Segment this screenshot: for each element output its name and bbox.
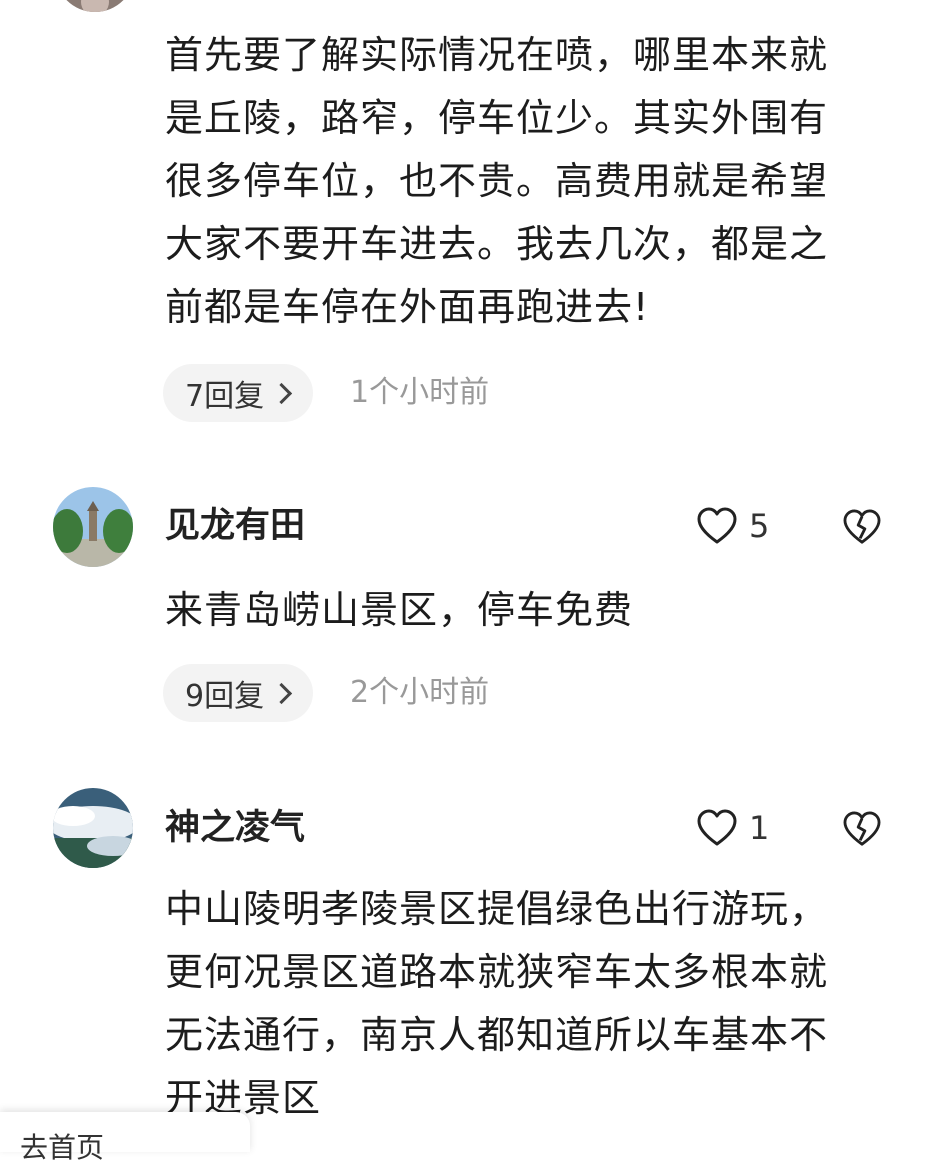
avatar[interactable] xyxy=(53,788,133,868)
view-replies-button[interactable]: 9回复 xyxy=(163,664,314,722)
broken-heart-icon xyxy=(843,509,881,544)
chevron-right-icon xyxy=(270,682,293,704)
comment-line: 更何况景区道路本就狭窄车太多根本就 xyxy=(165,950,829,994)
comment-text: 中山陵明孝陵景区提倡绿色出行游玩， 更何况景区道路本就狭窄车太多根本就 无法通行… xyxy=(165,878,890,1130)
comment-line: 前都是车停在外面再跑进去! xyxy=(165,285,650,329)
comment-time: 2个小时前 xyxy=(350,675,490,710)
like-button[interactable]: 5 xyxy=(697,507,769,545)
like-button[interactable]: 1 xyxy=(697,809,769,847)
comment-line: 很多停车位，也不贵。高费用就是希望 xyxy=(165,159,829,203)
username[interactable]: 神之凌气 xyxy=(165,806,305,850)
chevron-right-icon xyxy=(270,382,293,404)
username[interactable]: 见龙有田 xyxy=(165,504,305,548)
avatar[interactable] xyxy=(53,487,133,567)
view-replies-button[interactable]: 7回复 xyxy=(163,364,314,422)
bottom-bar-label: 去首页 xyxy=(20,1131,105,1164)
bottom-home-bar[interactable]: 去首页 xyxy=(0,1112,250,1164)
comment-line: 无法通行，南京人都知道所以车基本不 xyxy=(165,1013,829,1057)
dislike-button[interactable] xyxy=(843,811,881,847)
broken-heart-icon xyxy=(843,811,881,846)
comment-time: 1个小时前 xyxy=(350,375,490,410)
reply-count-label: 9回复 xyxy=(185,679,265,714)
dislike-button[interactable] xyxy=(843,509,881,545)
comment-line: 大家不要开车进去。我去几次，都是之 xyxy=(165,222,829,266)
like-count: 5 xyxy=(749,507,770,545)
comment-line: 是丘陵，路窄，停车位少。其实外围有 xyxy=(165,96,829,140)
comment-line: 来青岛崂山景区，停车免费 xyxy=(165,588,634,632)
avatar-partial[interactable] xyxy=(55,0,135,12)
comment-line: 开进景区 xyxy=(165,1076,322,1120)
comment-text: 首先要了解实际情况在喷，哪里本来就 是丘陵，路窄，停车位少。其实外围有 很多停车… xyxy=(165,24,890,339)
comment-line: 首先要了解实际情况在喷，哪里本来就 xyxy=(165,33,829,77)
heart-outline-icon xyxy=(697,507,737,544)
comment-text: 来青岛崂山景区，停车免费 xyxy=(165,579,890,642)
like-count: 1 xyxy=(749,809,770,847)
reply-count-label: 7回复 xyxy=(185,379,265,414)
heart-outline-icon xyxy=(697,809,737,846)
comment-line: 中山陵明孝陵景区提倡绿色出行游玩， xyxy=(165,887,829,931)
